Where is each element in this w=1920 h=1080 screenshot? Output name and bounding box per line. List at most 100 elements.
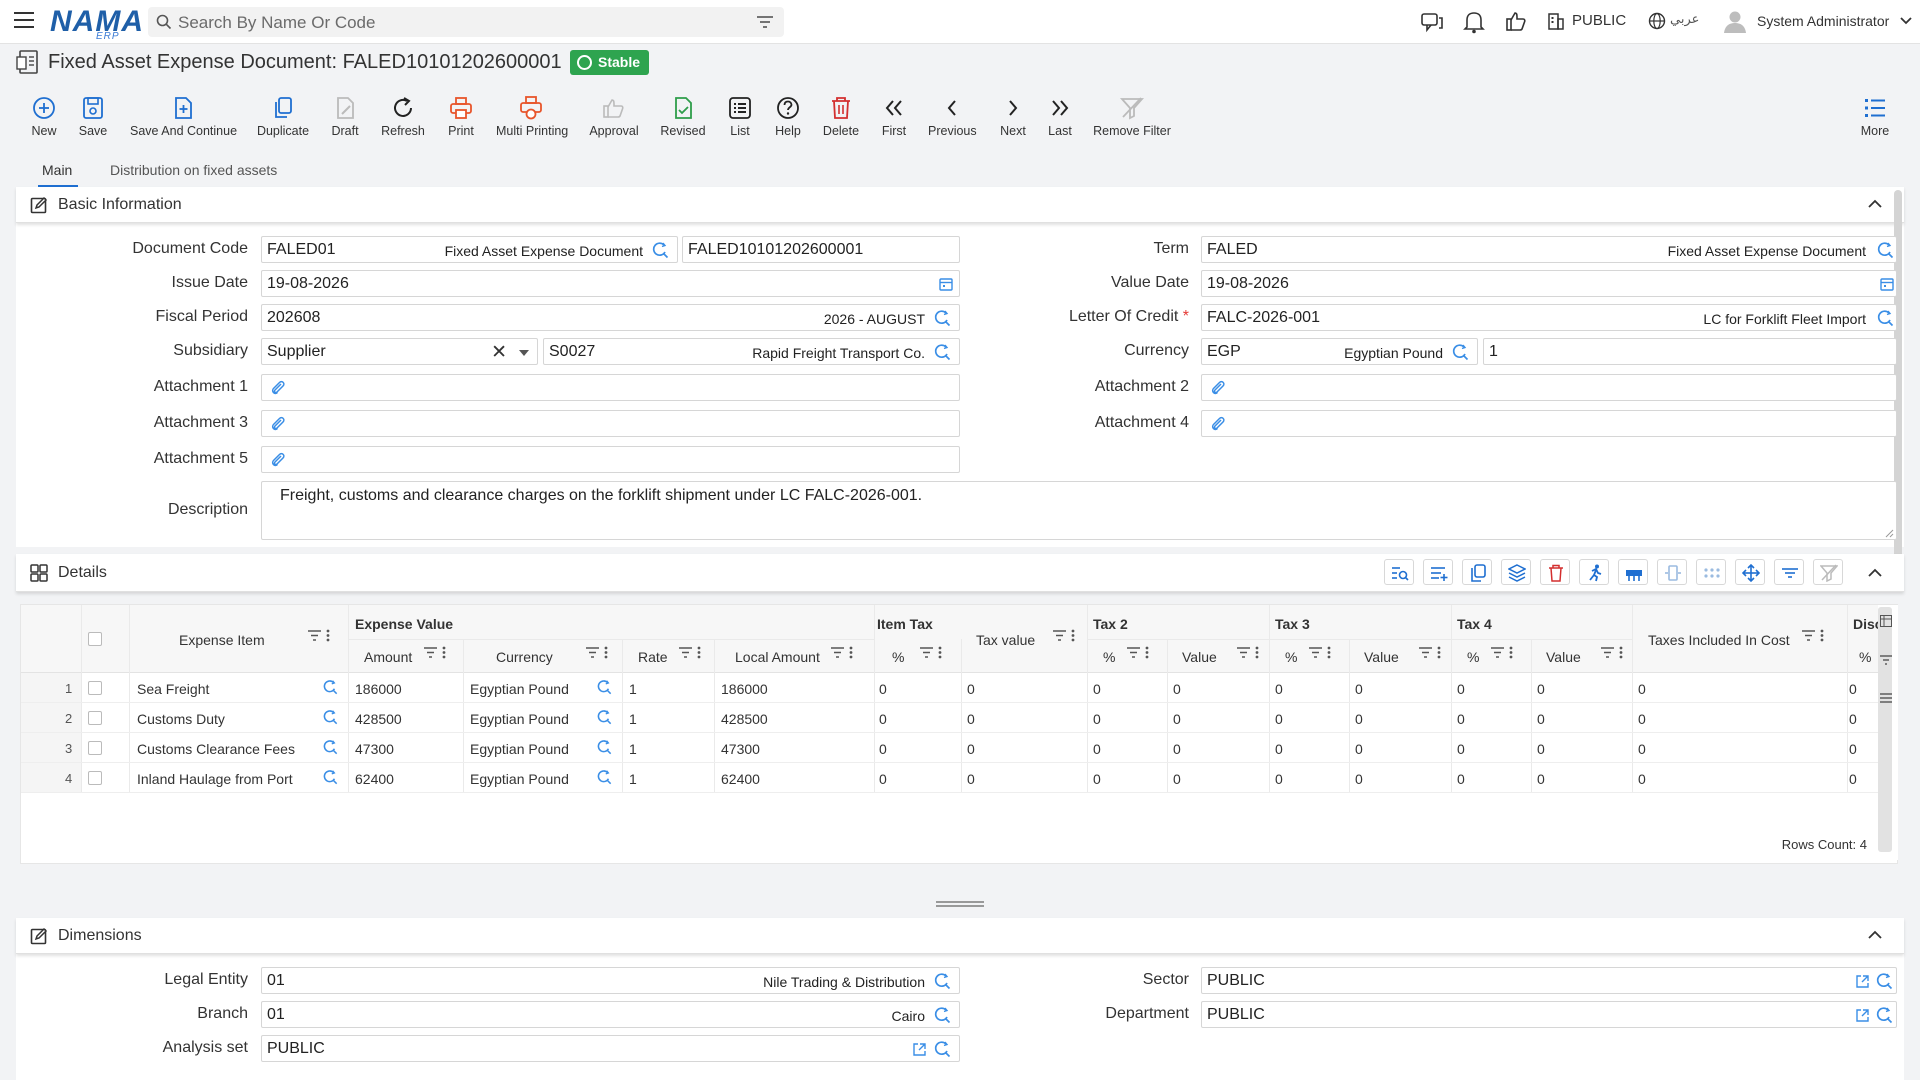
chevron-up-icon[interactable] xyxy=(1868,930,1882,939)
currency-field[interactable]: EGP Egyptian Pound xyxy=(1201,338,1478,365)
cell-item[interactable]: Inland Haulage from Port xyxy=(137,771,293,787)
value-date-field[interactable]: 19-08-2026 xyxy=(1201,270,1897,297)
layers-button[interactable] xyxy=(1501,559,1531,585)
menu-icon[interactable] xyxy=(14,12,34,30)
row-checkbox[interactable] xyxy=(88,681,102,695)
external-link-icon[interactable] xyxy=(912,1042,927,1057)
column-header-tax-3-pct[interactable]: % xyxy=(1285,649,1297,665)
cell-local[interactable]: 186000 xyxy=(721,681,768,697)
search-lookup-icon[interactable] xyxy=(1875,1006,1893,1024)
cell-t4p[interactable]: 0 xyxy=(1457,741,1465,757)
cell-item[interactable]: Sea Freight xyxy=(137,681,209,697)
cell-amount[interactable]: 186000 xyxy=(355,681,402,697)
search-lookup-icon[interactable] xyxy=(596,679,612,695)
issue-date-field[interactable]: 19-08-2026 xyxy=(261,270,960,297)
cell-t4v[interactable]: 0 xyxy=(1537,741,1545,757)
column-filter-icon[interactable] xyxy=(1491,647,1504,658)
cell-t4p[interactable]: 0 xyxy=(1457,711,1465,727)
cell-rate[interactable]: 1 xyxy=(629,681,637,697)
cell-t4v[interactable]: 0 xyxy=(1537,711,1545,727)
legal-entity-field[interactable]: 01 Nile Trading & Distribution xyxy=(261,967,960,994)
search-lookup-icon[interactable] xyxy=(596,709,612,725)
avatar[interactable] xyxy=(1722,8,1748,34)
column-header-local-amount[interactable]: Local Amount xyxy=(735,649,820,665)
grid-remove-filter-button[interactable] xyxy=(1813,559,1843,585)
chevron-up-icon[interactable] xyxy=(1868,199,1882,208)
cell-t2v[interactable]: 0 xyxy=(1173,771,1181,787)
cell-t4p[interactable]: 0 xyxy=(1457,771,1465,787)
column-menu-icon[interactable] xyxy=(849,646,853,659)
attachment-4-field[interactable] xyxy=(1201,410,1897,437)
column-menu-icon[interactable] xyxy=(326,629,330,642)
cell-it-pct[interactable]: 0 xyxy=(879,681,887,697)
copy-row-button[interactable] xyxy=(1462,559,1492,585)
global-search-input[interactable]: Search By Name Or Code xyxy=(148,7,784,37)
thumbs-up-icon[interactable] xyxy=(1505,10,1527,32)
attachment-3-field[interactable] xyxy=(261,410,960,437)
tab-distribution[interactable]: Distribution on fixed assets xyxy=(110,162,277,178)
search-lookup-icon[interactable] xyxy=(596,769,612,785)
column-menu-icon[interactable] xyxy=(1145,646,1149,659)
duplicate-button[interactable]: Duplicate xyxy=(256,96,310,138)
print-button[interactable]: Print xyxy=(446,96,476,138)
search-lookup-icon[interactable] xyxy=(933,1040,951,1058)
column-header-currency[interactable]: Currency xyxy=(496,649,553,665)
column-filter-icon[interactable] xyxy=(1127,647,1140,658)
grid-search-button[interactable] xyxy=(1384,559,1414,585)
search-lookup-icon[interactable] xyxy=(933,1006,951,1024)
save-button[interactable]: Save xyxy=(78,96,108,138)
multi-printing-button[interactable]: Multi Printing xyxy=(496,96,568,138)
column-filter-icon[interactable] xyxy=(1309,647,1322,658)
columns-icon[interactable] xyxy=(1880,615,1892,627)
column-menu-icon[interactable] xyxy=(697,646,701,659)
chat-icon[interactable] xyxy=(1420,11,1444,33)
column-header-tax-2-pct[interactable]: % xyxy=(1103,649,1115,665)
first-button[interactable]: First xyxy=(880,96,908,138)
subsidiary-type-select[interactable]: Supplier ✕ xyxy=(261,338,538,365)
basic-information-header[interactable]: Basic Information xyxy=(16,187,1904,223)
column-filter-icon[interactable] xyxy=(1601,647,1614,658)
search-lookup-icon[interactable] xyxy=(933,309,951,327)
paperclip-icon[interactable] xyxy=(270,379,286,397)
remove-filter-button[interactable]: Remove Filter xyxy=(1092,96,1172,138)
column-header-tax-value[interactable]: Tax value xyxy=(976,632,1035,648)
cell-rate[interactable]: 1 xyxy=(629,741,637,757)
search-lookup-icon[interactable] xyxy=(933,972,951,990)
column-header-rate[interactable]: Rate xyxy=(638,649,668,665)
search-lookup-icon[interactable] xyxy=(1876,241,1894,259)
list-button[interactable]: List xyxy=(726,96,754,138)
cell-t4v[interactable]: 0 xyxy=(1537,771,1545,787)
column-menu-icon[interactable] xyxy=(1509,646,1513,659)
cell-disc[interactable]: 0 xyxy=(1849,711,1857,727)
language-toggle[interactable]: عربي xyxy=(1670,12,1699,27)
draft-button[interactable]: Draft xyxy=(330,96,360,138)
cell-tax-value[interactable]: 0 xyxy=(967,681,975,697)
column-filter-icon[interactable] xyxy=(1419,647,1432,658)
cell-incl[interactable]: 0 xyxy=(1638,741,1646,757)
company-selector[interactable]: PUBLIC xyxy=(1572,12,1626,29)
cell-item[interactable]: Customs Clearance Fees xyxy=(137,741,295,757)
cell-t3p[interactable]: 0 xyxy=(1275,711,1283,727)
paperclip-icon[interactable] xyxy=(1210,379,1226,397)
letter-of-credit-field[interactable]: FALC-2026-001 LC for Forklift Fleet Impo… xyxy=(1201,304,1897,331)
clear-icon[interactable]: ✕ xyxy=(491,341,507,364)
calendar-icon[interactable] xyxy=(939,277,953,291)
cell-item[interactable]: Customs Duty xyxy=(137,711,225,727)
cell-currency[interactable]: Egyptian Pound xyxy=(470,681,569,697)
save-and-continue-button[interactable]: Save And Continue xyxy=(130,96,237,138)
freeze-columns-button[interactable] xyxy=(1618,559,1648,585)
grid-vertical-scrollbar[interactable] xyxy=(1878,607,1892,852)
dimensions-header[interactable]: Dimensions xyxy=(16,918,1904,954)
resize-handle-icon[interactable] xyxy=(1884,528,1894,538)
branch-field[interactable]: 01 Cairo xyxy=(261,1001,960,1028)
column-menu-icon[interactable] xyxy=(442,646,446,659)
cell-local[interactable]: 62400 xyxy=(721,771,760,787)
more-button[interactable]: More xyxy=(1859,96,1891,138)
column-header-item-tax-pct[interactable]: % xyxy=(892,649,904,665)
cell-amount[interactable]: 47300 xyxy=(355,741,394,757)
move-button[interactable] xyxy=(1735,559,1765,585)
column-menu-icon[interactable] xyxy=(1437,646,1441,659)
chevron-down-icon[interactable] xyxy=(1900,17,1912,25)
search-lookup-icon[interactable] xyxy=(1876,309,1894,327)
column-menu-icon[interactable] xyxy=(1255,646,1259,659)
